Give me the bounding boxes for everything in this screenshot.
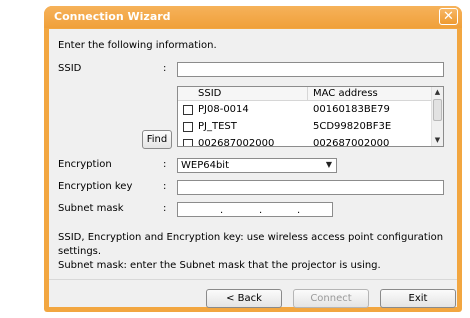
- encryption-label: Encryption: [58, 159, 112, 170]
- scroll-down-icon[interactable]: ▼: [432, 135, 443, 146]
- ssid-checkbox[interactable]: [183, 139, 193, 146]
- ssid-checkbox[interactable]: [183, 105, 193, 115]
- close-icon: ✕: [443, 9, 454, 24]
- help-text-line-3: Subnet mask: enter the Subnet mask that …: [58, 260, 381, 271]
- find-button[interactable]: Find: [142, 130, 172, 149]
- subnet-mask-label: Subnet mask: [58, 203, 124, 214]
- list-item-mac: 00160183BE79: [313, 104, 390, 115]
- help-text-line-1: SSID, Encryption and Encryption key: use…: [58, 232, 444, 243]
- list-item-ssid: 002687002000: [198, 138, 275, 147]
- back-button[interactable]: < Back: [206, 289, 282, 308]
- encryption-key-input[interactable]: [177, 180, 444, 195]
- list-item[interactable]: 002687002000 002687002000: [178, 136, 432, 147]
- ssid-list[interactable]: SSID MAC address PJ08-0014 00160183BE79 …: [177, 86, 444, 147]
- connect-button[interactable]: Connect: [293, 289, 369, 308]
- close-button[interactable]: ✕: [439, 8, 458, 25]
- ssid-list-header: SSID MAC address: [178, 87, 432, 101]
- help-text-line-2: settings.: [58, 246, 102, 257]
- window-title: Connection Wizard: [54, 10, 171, 23]
- ssid-input[interactable]: [177, 62, 444, 77]
- ssid-colon: :: [163, 63, 167, 74]
- list-item-ssid: PJ_TEST: [198, 121, 237, 132]
- encryption-key-colon: :: [163, 181, 167, 192]
- scroll-thumb[interactable]: [433, 99, 442, 121]
- list-item-mac: 5CD99820BF3E: [313, 121, 392, 132]
- connection-wizard-window: Connection Wizard ✕ Enter the following …: [44, 6, 462, 312]
- encryption-key-label: Encryption key: [58, 181, 133, 192]
- subnet-mask-dot: .: [220, 205, 224, 216]
- ssid-label: SSID: [58, 63, 82, 74]
- scroll-up-icon[interactable]: ▲: [432, 87, 443, 98]
- subnet-mask-dot: .: [297, 205, 301, 216]
- ssid-checkbox[interactable]: [183, 122, 193, 132]
- encryption-colon: :: [163, 159, 167, 170]
- column-divider: [307, 87, 308, 101]
- subnet-mask-input[interactable]: . . .: [177, 202, 333, 217]
- subnet-mask-colon: :: [163, 203, 167, 214]
- chevron-down-icon: ▼: [325, 160, 332, 169]
- list-item-mac: 002687002000: [313, 138, 390, 147]
- column-header-mac: MAC address: [313, 88, 378, 99]
- encryption-selected-value: WEP64bit: [181, 160, 230, 171]
- list-item[interactable]: PJ08-0014 00160183BE79: [178, 102, 432, 118]
- list-item[interactable]: PJ_TEST 5CD99820BF3E: [178, 119, 432, 135]
- exit-button[interactable]: Exit: [380, 289, 456, 308]
- dialog-body: Enter the following information. SSID : …: [49, 29, 457, 308]
- title-bar[interactable]: Connection Wizard ✕: [44, 6, 462, 28]
- subnet-mask-dot: .: [259, 205, 263, 216]
- list-scrollbar[interactable]: ▲ ▼: [431, 87, 443, 146]
- column-header-ssid: SSID: [198, 88, 222, 99]
- footer-divider: [49, 279, 457, 280]
- list-item-ssid: PJ08-0014: [198, 104, 249, 115]
- instruction-text: Enter the following information.: [58, 40, 217, 51]
- encryption-select[interactable]: WEP64bit ▼: [177, 158, 337, 173]
